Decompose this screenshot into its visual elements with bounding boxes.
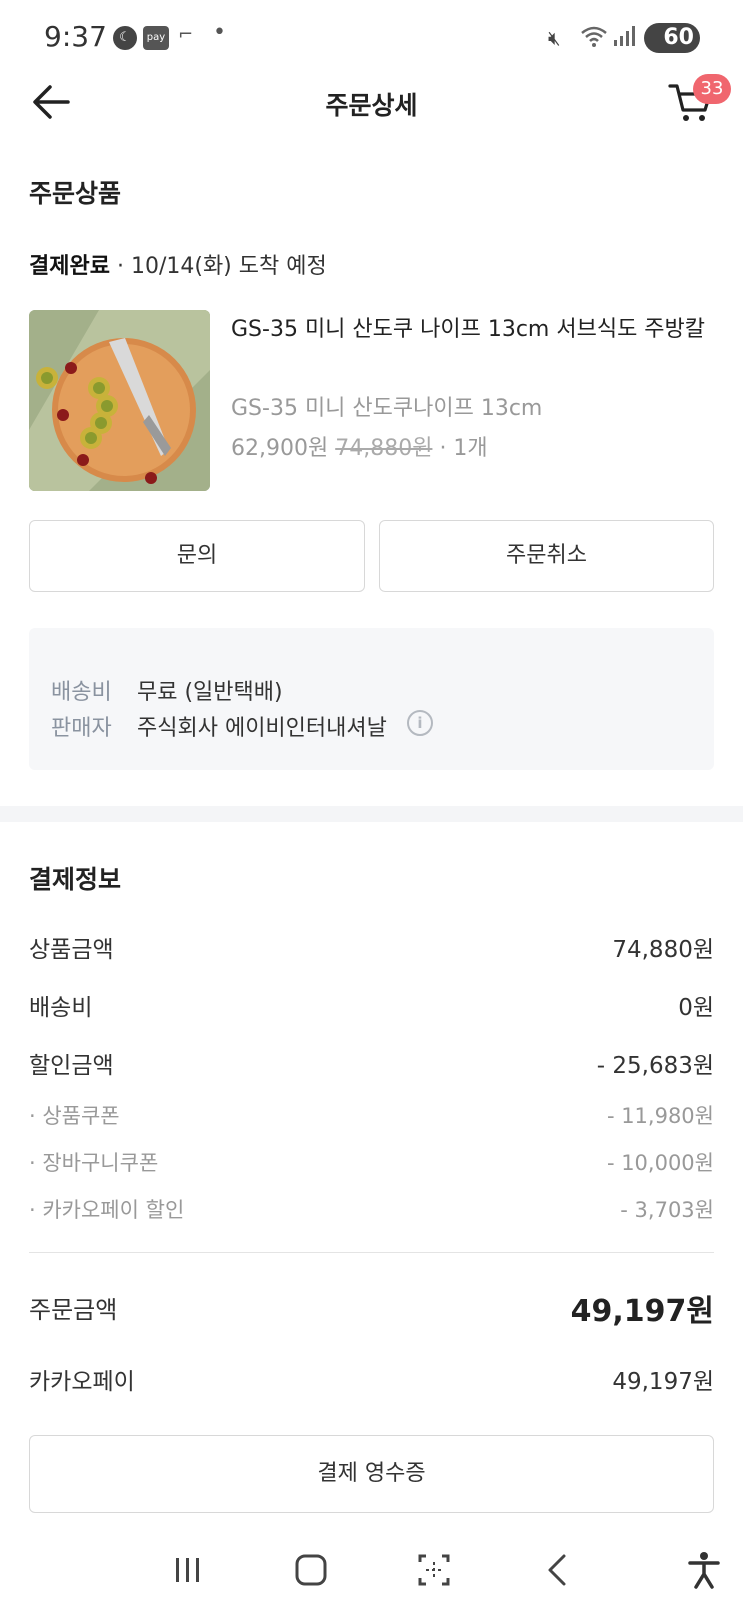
shipping-amount-row: 배송비 0원 — [29, 988, 714, 1022]
payment-info-title: 결제정보 — [29, 865, 122, 894]
do-not-disturb-icon: ☾ — [113, 26, 137, 50]
signal-icon — [614, 26, 635, 46]
payment-method-label: 카카오페이 — [29, 1369, 135, 1395]
pay-icon: pay — [143, 26, 169, 50]
discount-item-row: · 상품쿠폰 - 11,980원 — [29, 1100, 714, 1130]
notification-dot-icon: • — [213, 20, 226, 45]
shipping-amount-label: 배송비 — [29, 995, 93, 1021]
discount-item-label: · 카카오페이 할인 — [29, 1198, 185, 1222]
shipping-fee-label: 배송비 — [51, 680, 112, 705]
accessibility-icon[interactable] — [684, 1550, 724, 1590]
system-nav-bar — [0, 1530, 743, 1610]
page-title: 주문상세 — [325, 91, 418, 120]
cart-count-badge: 33 — [693, 74, 731, 104]
discount-item-row: · 장바구니쿠폰 - 10,000원 — [29, 1147, 714, 1177]
payment-receipt-button[interactable]: 결제 영수증 — [29, 1435, 714, 1513]
product-original-price: 74,880원 — [335, 436, 433, 461]
order-total-row: 주문금액 49,197원 — [29, 1290, 714, 1329]
product-amount-row: 상품금액 74,880원 — [29, 930, 714, 964]
inquiry-button[interactable]: 문의 — [29, 520, 365, 592]
order-total-value: 49,197원 — [570, 1294, 714, 1329]
info-icon[interactable]: i — [407, 710, 433, 736]
app-header: 주문상세 33 — [0, 74, 743, 130]
shipping-amount-value: 0원 — [678, 995, 714, 1021]
seller-label: 판매자 — [51, 716, 112, 741]
discount-item-row: · 카카오페이 할인 - 3,703원 — [29, 1194, 714, 1224]
discount-item-amount: - 3,703원 — [620, 1198, 714, 1222]
product-amount-label: 상품금액 — [29, 937, 114, 963]
product-option: GS-35 미니 산도쿠나이프 13cm — [231, 396, 543, 421]
discount-amount-value: - 25,683원 — [596, 1053, 714, 1079]
shipping-info-box: 배송비 무료 (일반택배) 판매자 주식회사 에이비인터내셔날 i — [29, 628, 714, 770]
discount-item-label: · 상품쿠폰 — [29, 1104, 120, 1128]
discount-item-amount: - 11,980원 — [606, 1104, 714, 1128]
discount-item-amount: - 10,000원 — [606, 1151, 714, 1175]
mute-icon: 🔇︎ — [548, 26, 561, 50]
payment-divider — [29, 1252, 714, 1253]
discount-item-label: · 장바구니쿠폰 — [29, 1151, 159, 1175]
product-quantity: · 1개 — [439, 436, 488, 461]
wifi-icon — [581, 26, 607, 47]
product-price-line: 62,900원 74,880원 · 1개 — [231, 430, 488, 462]
order-items-title: 주문상품 — [29, 179, 122, 208]
screenshot-capture-icon[interactable] — [414, 1550, 454, 1590]
cast-icon: ⌐ — [178, 24, 194, 45]
shipping-fee-value: 무료 (일반택배) — [137, 680, 283, 705]
seller-name: 주식회사 에이비인터내셔날 — [137, 716, 387, 741]
status-bar: 9:37 ☾ pay ⌐ • 🔇︎ 60 — [0, 0, 743, 74]
product-name[interactable]: GS-35 미니 산도쿠 나이프 13cm 서브식도 주방칼 — [231, 312, 711, 348]
section-divider — [0, 806, 743, 822]
product-image[interactable] — [29, 310, 210, 491]
status-time: 9:37 — [44, 20, 107, 53]
recent-apps-icon[interactable] — [168, 1550, 208, 1590]
product-price: 62,900원 — [231, 436, 329, 461]
order-status: 결제완료 · 10/14(화) 도착 예정 — [29, 248, 327, 280]
back-nav-icon[interactable] — [538, 1550, 578, 1590]
payment-method-amount: 49,197원 — [612, 1369, 714, 1395]
cancel-order-button[interactable]: 주문취소 — [379, 520, 714, 592]
payment-method-row: 카카오페이 49,197원 — [29, 1362, 714, 1396]
payment-status-label: 결제완료 — [29, 254, 110, 279]
delivery-estimate: · 10/14(화) 도착 예정 — [116, 254, 327, 279]
battery-indicator: 60 — [644, 23, 700, 53]
home-icon[interactable] — [291, 1550, 331, 1590]
product-amount-value: 74,880원 — [612, 937, 714, 963]
discount-amount-label: 할인금액 — [29, 1053, 114, 1079]
discount-amount-row: 할인금액 - 25,683원 — [29, 1046, 714, 1080]
order-total-label: 주문금액 — [29, 1296, 118, 1324]
